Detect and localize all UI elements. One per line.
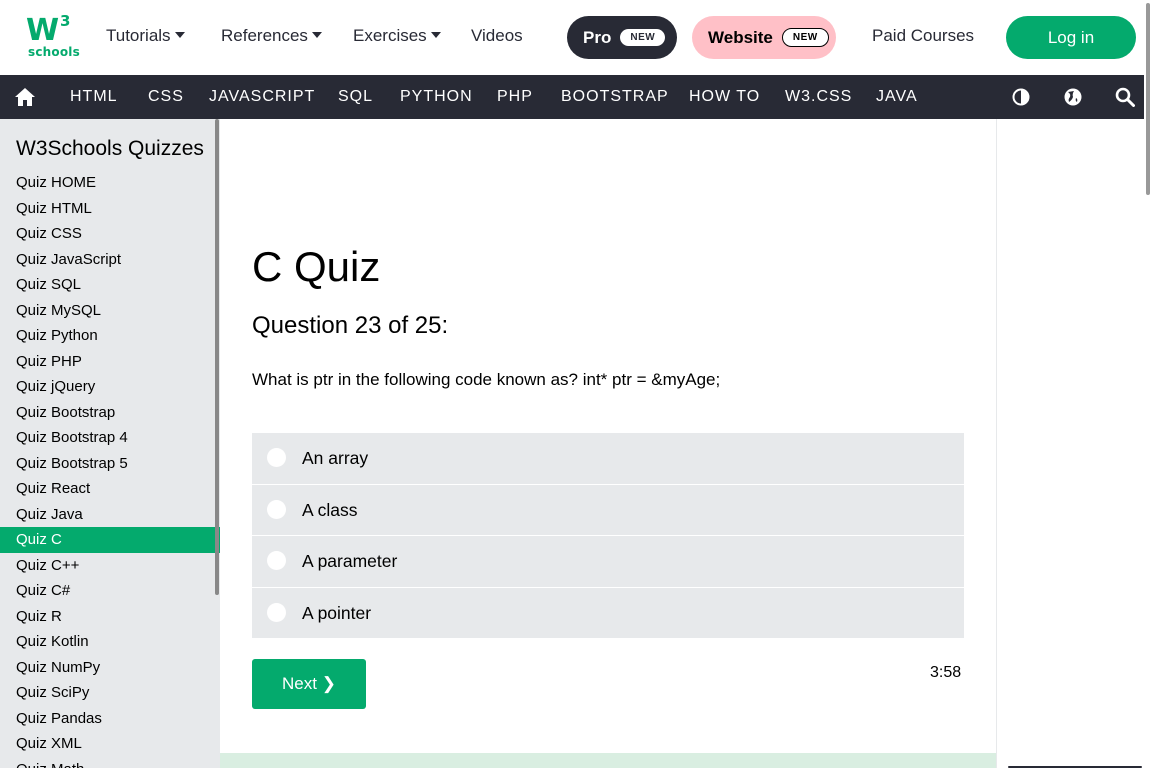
search-icon[interactable] bbox=[1115, 87, 1135, 107]
answer-option[interactable]: A parameter bbox=[252, 536, 964, 588]
paid-courses-label: Paid Courses bbox=[872, 26, 975, 45]
sidebar-item-quiz-kotlin[interactable]: Quiz Kotlin bbox=[0, 629, 220, 655]
globe-icon[interactable] bbox=[1063, 87, 1083, 107]
answer-option[interactable]: A class bbox=[252, 484, 964, 536]
caret-down-icon bbox=[311, 32, 322, 38]
sidebar-item-quiz-python[interactable]: Quiz Python bbox=[0, 323, 220, 349]
tutorials-label: Tutorials bbox=[106, 26, 171, 45]
pro-button[interactable]: Pro NEW bbox=[567, 16, 677, 59]
references-menu[interactable]: References bbox=[221, 26, 322, 46]
nav-item-javascript[interactable]: JAVASCRIPT bbox=[209, 88, 315, 106]
nav-item-howto[interactable]: HOW TO bbox=[689, 88, 760, 106]
sidebar-item-quiz-numpy[interactable]: Quiz NumPy bbox=[0, 655, 220, 681]
caret-down-icon bbox=[174, 32, 185, 38]
sidebar-item-quiz-css[interactable]: Quiz CSS bbox=[0, 221, 220, 247]
new-badge: NEW bbox=[620, 29, 666, 46]
sidebar-item-quiz-c[interactable]: Quiz C bbox=[0, 527, 220, 553]
sidebar-item-quiz-php[interactable]: Quiz PHP bbox=[0, 349, 220, 375]
nav-item-bootstrap[interactable]: BOOTSTRAP bbox=[561, 88, 669, 106]
sidebar-item-quiz-html[interactable]: Quiz HTML bbox=[0, 196, 220, 222]
nav-item-html[interactable]: HTML bbox=[70, 88, 118, 106]
nav-item-python[interactable]: PYTHON bbox=[400, 88, 473, 106]
logo-text: schools bbox=[28, 45, 80, 59]
sidebar-item-quiz-home[interactable]: Quiz HOME bbox=[0, 170, 220, 196]
pro-label: Pro bbox=[583, 27, 612, 47]
quiz-timer: 3:58 bbox=[930, 664, 962, 681]
sidebar-item-quiz-java[interactable]: Quiz Java bbox=[0, 502, 220, 528]
sidebar-item-quiz-pandas[interactable]: Quiz Pandas bbox=[0, 706, 220, 732]
sidebar-item-quiz-xml[interactable]: Quiz XML bbox=[0, 731, 220, 757]
sidebar-item-quiz-mysql[interactable]: Quiz MySQL bbox=[0, 298, 220, 324]
sidebar-item-quiz-cplusplus[interactable]: Quiz C++ bbox=[0, 553, 220, 579]
main-content: C Quiz Question 23 of 25: What is ptr in… bbox=[220, 119, 996, 768]
tutorials-menu[interactable]: Tutorials bbox=[106, 26, 185, 46]
answer-label: An array bbox=[302, 448, 369, 468]
sidebar-title: W3Schools Quizzes bbox=[16, 137, 204, 160]
bottom-banner bbox=[220, 753, 996, 768]
answer-label: A parameter bbox=[302, 551, 398, 571]
sidebar-scrollbar[interactable] bbox=[215, 119, 219, 595]
page-scrollbar[interactable] bbox=[1144, 0, 1152, 768]
right-ad-column bbox=[996, 119, 1144, 768]
answer-option[interactable]: A pointer bbox=[252, 587, 964, 639]
radio-button[interactable] bbox=[267, 448, 286, 467]
next-label: Next ❯ bbox=[282, 674, 336, 693]
answer-label: A class bbox=[302, 499, 358, 520]
answer-option[interactable]: An array bbox=[252, 433, 964, 485]
top-header: W 3 schools Tutorials References Exercis… bbox=[0, 0, 1152, 75]
radio-button[interactable] bbox=[267, 551, 286, 570]
radio-button[interactable] bbox=[267, 602, 286, 622]
next-button[interactable]: Next ❯ bbox=[252, 659, 366, 709]
scrollbar-thumb[interactable] bbox=[1146, 3, 1150, 195]
videos-label: Videos bbox=[471, 26, 523, 45]
login-button[interactable]: Log in bbox=[1006, 16, 1136, 59]
sidebar-item-quiz-jquery[interactable]: Quiz jQuery bbox=[0, 374, 220, 400]
references-label: References bbox=[221, 26, 308, 45]
question-text: What is ptr in the following code known … bbox=[252, 370, 721, 389]
page-title: C Quiz bbox=[252, 243, 381, 290]
nav-item-php[interactable]: PHP bbox=[497, 88, 533, 106]
nav-item-sql[interactable]: SQL bbox=[338, 88, 373, 106]
sidebar-item-quiz-sql[interactable]: Quiz SQL bbox=[0, 272, 220, 298]
quiz-sidebar: W3Schools Quizzes Quiz HOME Quiz HTML Quiz… bbox=[0, 119, 220, 768]
sidebar-list: Quiz HOME Quiz HTML Quiz CSS Quiz JavaScrip… bbox=[0, 170, 220, 768]
logo-mark: W bbox=[26, 13, 59, 48]
videos-link[interactable]: Videos bbox=[471, 26, 523, 46]
main-nav-bar: HTML CSS JAVASCRIPT SQL PYTHON PHP BOOTS… bbox=[0, 75, 1152, 119]
sidebar-item-quiz-math[interactable]: Quiz Math bbox=[0, 757, 220, 768]
nav-item-css[interactable]: CSS bbox=[148, 88, 184, 106]
sidebar-item-quiz-scipy[interactable]: Quiz SciPy bbox=[0, 680, 220, 706]
w3schools-logo[interactable]: W 3 schools bbox=[26, 12, 80, 62]
sidebar-item-quiz-javascript[interactable]: Quiz JavaScript bbox=[0, 247, 220, 273]
sidebar-item-quiz-bootstrap-4[interactable]: Quiz Bootstrap 4 bbox=[0, 425, 220, 451]
website-button[interactable]: Website NEW bbox=[692, 16, 836, 59]
sidebar-item-quiz-bootstrap-5[interactable]: Quiz Bootstrap 5 bbox=[0, 451, 220, 477]
radio-button[interactable] bbox=[267, 499, 286, 519]
answer-list: An array A class A parameter A pointer bbox=[252, 433, 964, 639]
paid-courses-link[interactable]: Paid Courses bbox=[872, 26, 974, 46]
new-badge: NEW bbox=[781, 28, 829, 47]
nav-item-w3css[interactable]: W3.CSS bbox=[785, 88, 852, 106]
sidebar-item-quiz-react[interactable]: Quiz React bbox=[0, 476, 220, 502]
exercises-label: Exercises bbox=[353, 26, 427, 45]
sidebar-item-quiz-r[interactable]: Quiz R bbox=[0, 604, 220, 630]
login-label: Log in bbox=[1047, 27, 1095, 47]
nav-item-java[interactable]: JAVA bbox=[876, 88, 918, 106]
exercises-menu[interactable]: Exercises bbox=[353, 26, 441, 46]
home-icon[interactable] bbox=[14, 87, 36, 107]
website-label: Website bbox=[708, 27, 773, 47]
caret-down-icon bbox=[430, 32, 441, 38]
answer-label: A pointer bbox=[302, 602, 372, 623]
sidebar-item-quiz-csharp[interactable]: Quiz C# bbox=[0, 578, 220, 604]
sidebar-item-quiz-bootstrap[interactable]: Quiz Bootstrap bbox=[0, 400, 220, 426]
question-number: Question 23 of 25: bbox=[252, 312, 449, 339]
logo-superscript: 3 bbox=[60, 12, 71, 30]
contrast-icon[interactable] bbox=[1011, 87, 1031, 107]
